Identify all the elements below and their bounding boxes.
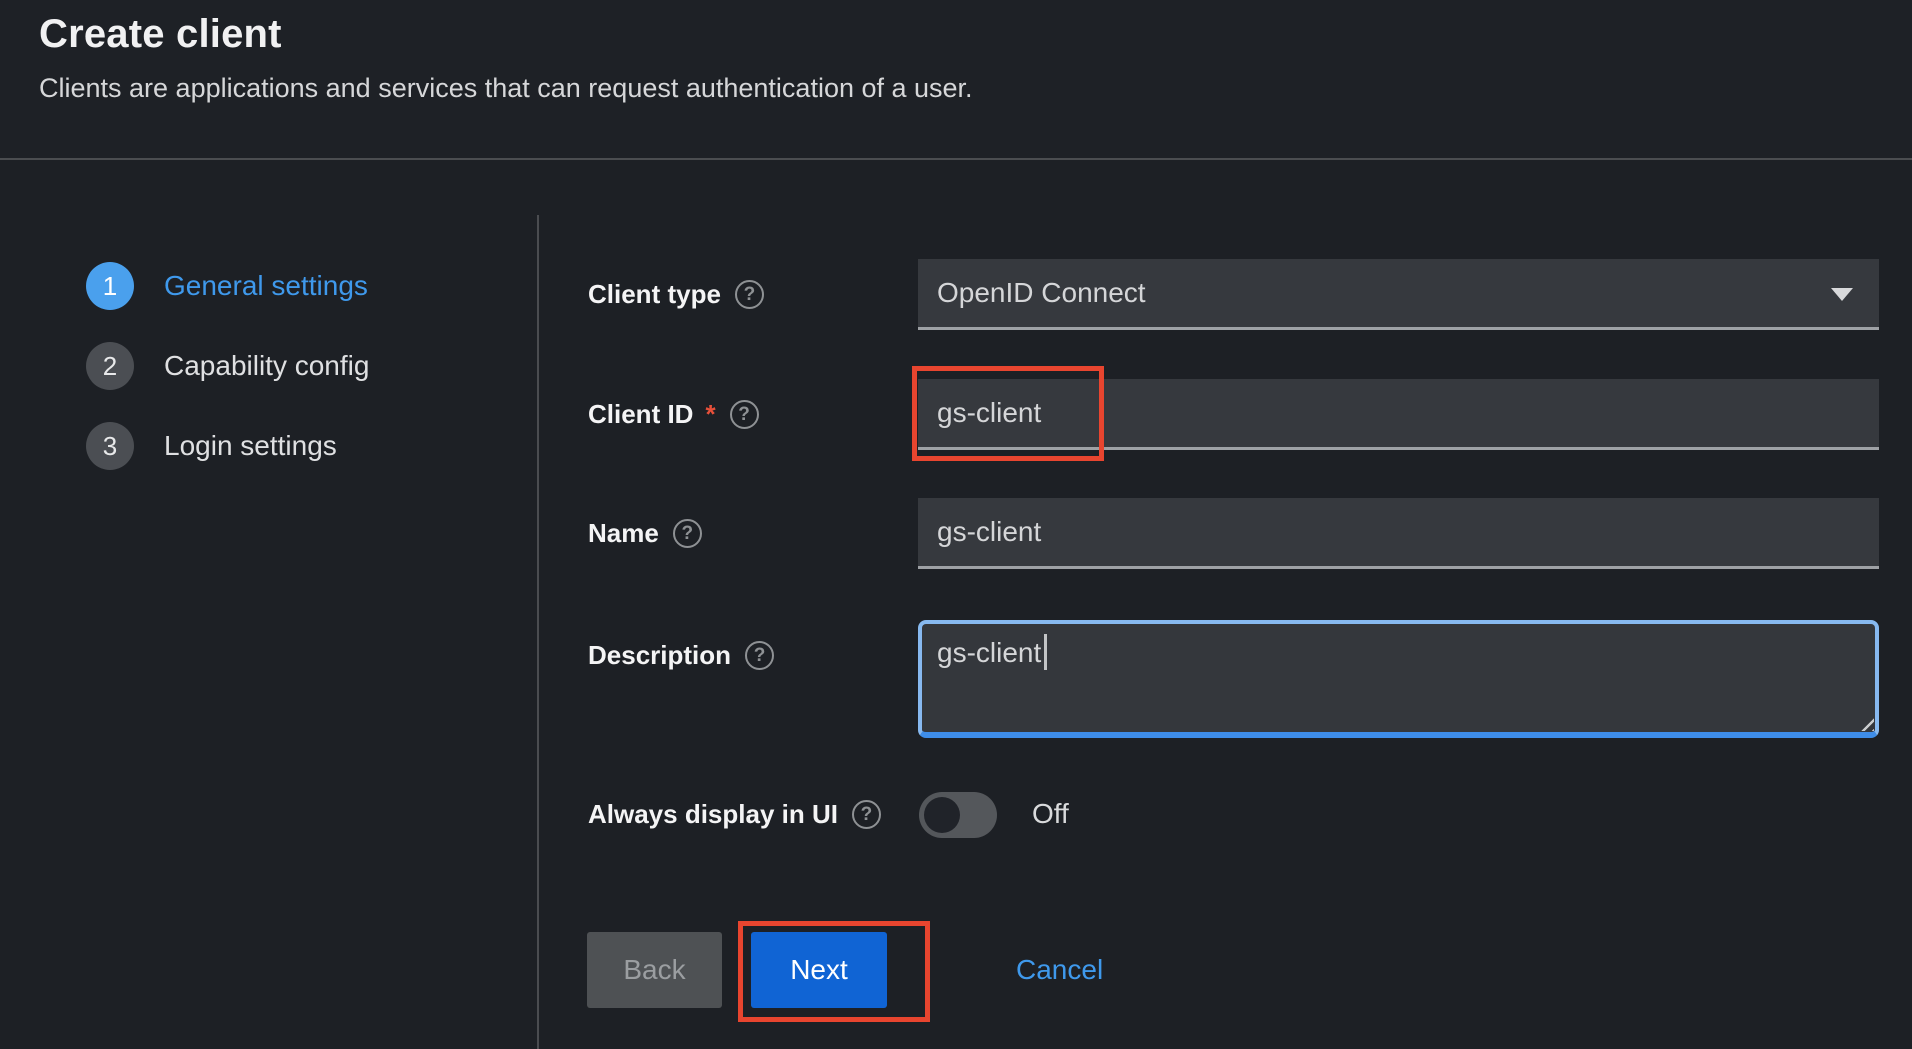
- description-label: Description: [588, 640, 731, 671]
- step-1-indicator: 1: [86, 262, 134, 310]
- step-1-label: General settings: [164, 270, 368, 302]
- description-value: gs-client: [937, 637, 1041, 668]
- name-value: gs-client: [937, 516, 1041, 548]
- description-textarea[interactable]: gs-client: [918, 620, 1879, 738]
- step-3-label: Login settings: [164, 430, 337, 462]
- text-cursor: [1044, 634, 1047, 670]
- wizard-step-capability-config[interactable]: 2 Capability config: [86, 342, 506, 390]
- client-type-select[interactable]: OpenID Connect: [918, 259, 1879, 330]
- page-header: Create client Clients are applications a…: [0, 0, 1912, 160]
- description-label-row: Description ?: [588, 620, 774, 691]
- name-label: Name: [588, 518, 659, 549]
- back-button[interactable]: Back: [587, 932, 722, 1008]
- toggle-state-text: Off: [1032, 779, 1069, 849]
- page-title: Create client: [39, 12, 1912, 57]
- resize-handle[interactable]: [1857, 714, 1874, 731]
- client-id-label: Client ID: [588, 399, 693, 430]
- always-display-toggle[interactable]: [919, 792, 997, 838]
- cancel-link[interactable]: Cancel: [1016, 932, 1103, 1008]
- always-display-label: Always display in UI: [588, 799, 838, 830]
- caret-down-icon: [1831, 288, 1853, 301]
- wizard-step-general-settings[interactable]: 1 General settings: [86, 262, 506, 310]
- annotation-box-client-id: [912, 366, 1104, 461]
- name-input[interactable]: gs-client: [918, 498, 1879, 569]
- client-type-label: Client type: [588, 279, 721, 310]
- vertical-divider: [537, 215, 539, 1049]
- client-type-selected-value: OpenID Connect: [937, 277, 1146, 309]
- toggle-knob: [924, 797, 960, 833]
- always-display-label-row: Always display in UI ?: [588, 779, 881, 850]
- page-subtitle: Clients are applications and services th…: [39, 73, 1912, 104]
- wizard-step-login-settings[interactable]: 3 Login settings: [86, 422, 506, 470]
- client-id-label-row: Client ID * ?: [588, 379, 759, 450]
- help-icon[interactable]: ?: [852, 800, 881, 829]
- annotation-box-next: [738, 921, 930, 1022]
- step-3-indicator: 3: [86, 422, 134, 470]
- step-2-label: Capability config: [164, 350, 369, 382]
- required-asterisk: *: [705, 399, 715, 430]
- wizard-nav: 1 General settings 2 Capability config 3…: [86, 262, 506, 502]
- help-icon[interactable]: ?: [745, 641, 774, 670]
- help-icon[interactable]: ?: [673, 519, 702, 548]
- name-label-row: Name ?: [588, 498, 702, 569]
- help-icon[interactable]: ?: [735, 280, 764, 309]
- help-icon[interactable]: ?: [730, 400, 759, 429]
- create-client-page: Create client Clients are applications a…: [0, 0, 1912, 1049]
- client-type-label-row: Client type ?: [588, 259, 764, 330]
- step-2-indicator: 2: [86, 342, 134, 390]
